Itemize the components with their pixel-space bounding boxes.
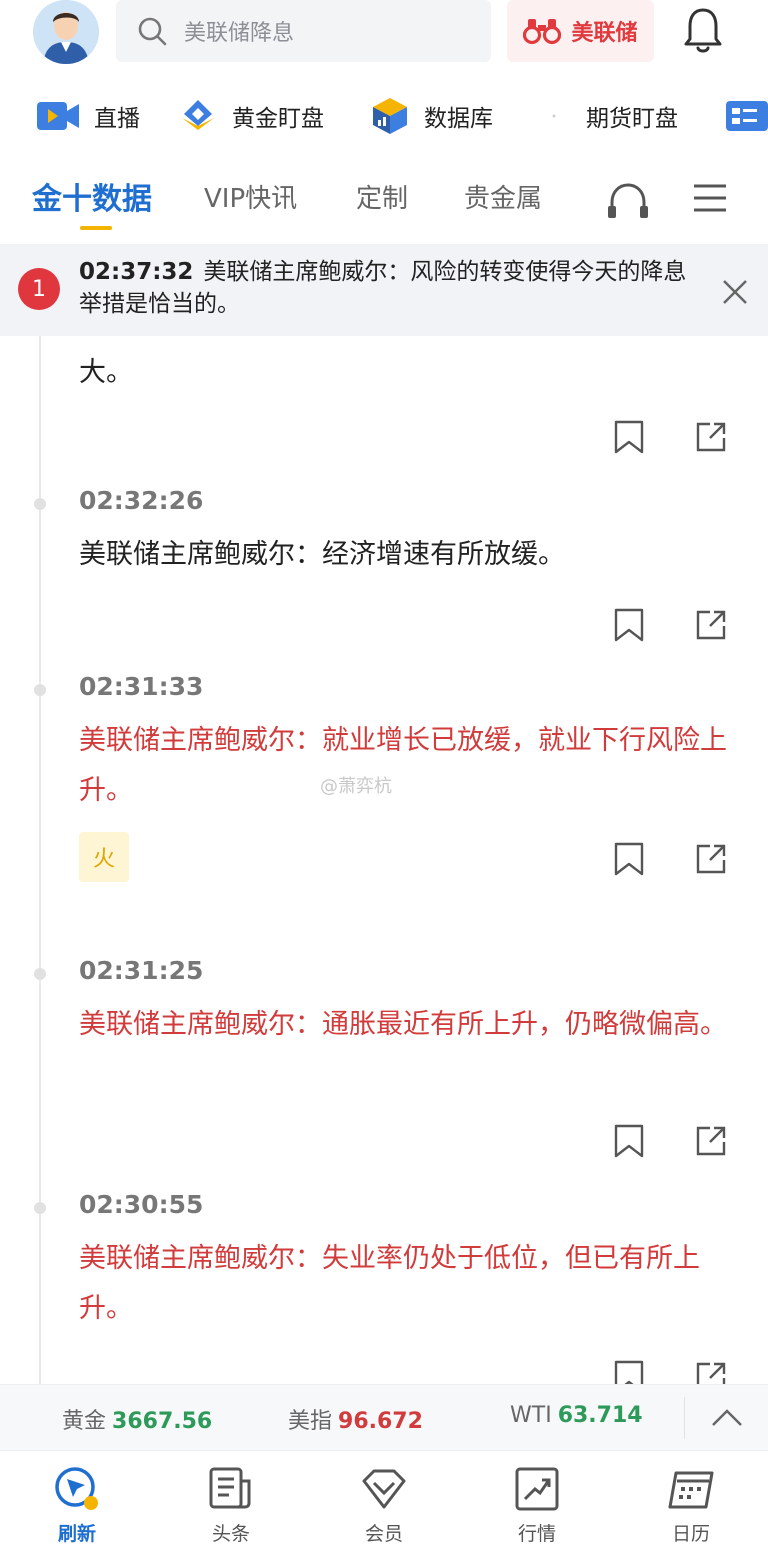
newspaper-icon bbox=[209, 1467, 251, 1509]
top-bar: 美联储降息 美联储 bbox=[0, 0, 768, 68]
fed-topic-label: 美联储 bbox=[571, 21, 638, 46]
ticker-dollar-index: 美指 96.672 bbox=[288, 1409, 423, 1434]
avatar[interactable] bbox=[33, 0, 99, 64]
timeline-dot bbox=[34, 498, 46, 510]
tab-precious-metals[interactable]: 贵金属 bbox=[464, 178, 542, 215]
news-text: 大。 bbox=[79, 357, 133, 388]
bookmark-icon[interactable] bbox=[612, 1360, 646, 1384]
news-time: 02:31:25 bbox=[79, 956, 204, 985]
ticker-wti-value: 63.714 bbox=[557, 1403, 643, 1428]
diamond-icon bbox=[362, 1469, 406, 1509]
ticker-gold-value: 3667.56 bbox=[112, 1409, 213, 1434]
nav-refresh[interactable]: 刷新 bbox=[27, 1465, 127, 1546]
price-ticker[interactable]: 黄金 3667.56 美指 96.672 WTI 63.714 bbox=[0, 1384, 768, 1450]
ticker-gold: 黄金 3667.56 bbox=[62, 1409, 213, 1434]
ticker-wti: WTI 63.714 bbox=[510, 1403, 643, 1428]
ticker-divider bbox=[684, 1397, 685, 1439]
news-text-important: 美联储主席鲍威尔：就业增长已放缓，就业下行风险上升。 bbox=[79, 725, 727, 806]
tab-custom[interactable]: 定制 bbox=[356, 178, 408, 215]
ticker-dollar-index-value: 96.672 bbox=[338, 1409, 423, 1434]
news-text: 美联储主席鲍威尔：经济增速有所放缓。 bbox=[79, 539, 565, 570]
news-text-important: 美联储主席鲍威尔：失业率仍处于低位，但已有所上升。 bbox=[79, 1243, 700, 1324]
timeline-line bbox=[39, 336, 41, 1384]
share-icon[interactable] bbox=[694, 608, 728, 642]
quicknav-database[interactable]: 数据库 bbox=[370, 88, 493, 144]
bell-icon[interactable] bbox=[682, 6, 724, 56]
search-input[interactable]: 美联储降息 bbox=[116, 0, 491, 62]
tab-jin10-data[interactable]: 金十数据 bbox=[32, 174, 152, 218]
quick-nav: 直播 黄金盯盘 数据库 期货盯盘 bbox=[0, 88, 768, 144]
timeline-dot bbox=[34, 1202, 46, 1214]
quicknav-live[interactable]: 直播 bbox=[36, 88, 140, 144]
notification-text: 02:37:32 美联储主席鲍威尔：风险的转变使得今天的降息举措是恰当的。 bbox=[79, 256, 709, 320]
notification-count-badge: 1 bbox=[18, 268, 60, 310]
headphones-icon[interactable] bbox=[606, 180, 650, 220]
bookmark-icon[interactable] bbox=[612, 608, 646, 642]
video-icon bbox=[37, 102, 79, 130]
bookmark-icon[interactable] bbox=[612, 842, 646, 876]
pinned-notification[interactable]: 1 02:37:32 美联储主席鲍威尔：风险的转变使得今天的降息举措是恰当的。 bbox=[0, 244, 768, 336]
search-icon bbox=[138, 17, 167, 46]
nav-calendar[interactable]: 日历 bbox=[641, 1465, 741, 1546]
bookmark-icon[interactable] bbox=[612, 1124, 646, 1158]
news-text-important: 美联储主席鲍威尔：通胀最近有所上升，仍略微偏高。 bbox=[79, 1009, 727, 1040]
nav-membership[interactable]: 会员 bbox=[334, 1465, 434, 1546]
share-icon[interactable] bbox=[694, 842, 728, 876]
active-tab-indicator bbox=[80, 226, 112, 230]
nav-headlines[interactable]: 头条 bbox=[181, 1465, 281, 1546]
bottom-nav: 刷新 头条 会员 行情 日历 bbox=[0, 1450, 768, 1564]
quicknav-futures-watch[interactable]: 期货盯盘 bbox=[546, 88, 678, 144]
timeline-dot bbox=[34, 684, 46, 696]
trend-chart-icon bbox=[515, 1467, 559, 1511]
news-feed: 大。 02:32:26 美联储主席鲍威尔：经济增速有所放缓。 02:31:33 … bbox=[0, 336, 768, 1384]
notification-time: 02:37:32 bbox=[79, 259, 194, 285]
news-time: 02:31:33 bbox=[79, 672, 204, 701]
nav-market[interactable]: 行情 bbox=[487, 1465, 587, 1546]
binoculars-icon bbox=[523, 19, 562, 45]
gold-icon bbox=[182, 100, 214, 130]
channel-tabs: 金十数据 VIP快讯 定制 贵金属 bbox=[0, 170, 768, 234]
watermark: @萧弈杭 bbox=[320, 776, 392, 797]
quicknav-gold-watch[interactable]: 黄金盯盘 bbox=[178, 88, 324, 144]
bookmark-icon[interactable] bbox=[612, 420, 646, 454]
calendar-icon bbox=[668, 1471, 714, 1509]
card-icon bbox=[726, 101, 768, 131]
quicknav-more[interactable] bbox=[726, 88, 768, 144]
search-placeholder: 美联储降息 bbox=[184, 21, 295, 46]
fed-topic-button[interactable]: 美联储 bbox=[507, 0, 654, 62]
share-icon[interactable] bbox=[694, 420, 728, 454]
hot-badge: 火 bbox=[79, 832, 129, 882]
chevron-up-icon[interactable] bbox=[710, 1401, 744, 1435]
share-icon[interactable] bbox=[694, 1124, 728, 1158]
news-time: 02:32:26 bbox=[79, 486, 204, 515]
share-icon[interactable] bbox=[694, 1360, 728, 1384]
close-icon[interactable] bbox=[718, 272, 752, 312]
timeline-dot bbox=[34, 968, 46, 980]
menu-icon[interactable] bbox=[692, 180, 728, 216]
tab-vip-flash[interactable]: VIP快讯 bbox=[204, 178, 297, 215]
futures-icon bbox=[552, 114, 556, 118]
refresh-compass-icon bbox=[55, 1467, 98, 1510]
database-icon bbox=[373, 98, 407, 134]
news-time: 02:30:55 bbox=[79, 1190, 204, 1219]
